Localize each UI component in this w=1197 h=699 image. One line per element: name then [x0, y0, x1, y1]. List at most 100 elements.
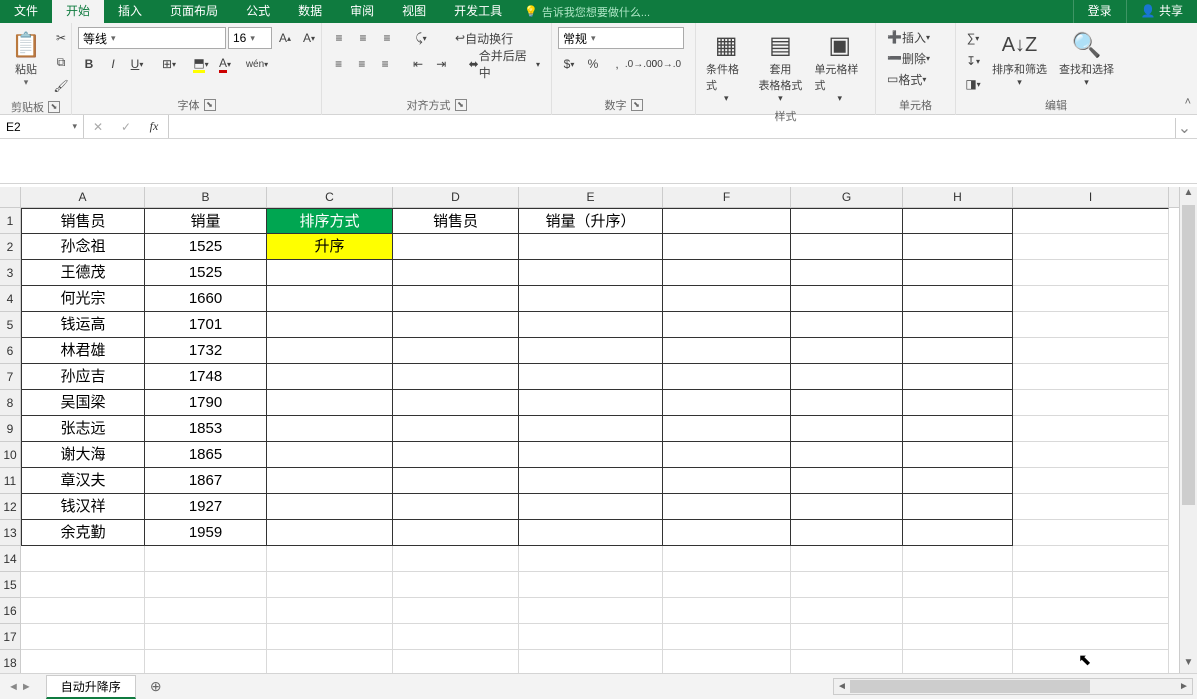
cell[interactable] [903, 468, 1013, 494]
col-header-e[interactable]: E [519, 187, 663, 207]
cell[interactable] [267, 546, 393, 572]
cell[interactable] [903, 572, 1013, 598]
cell[interactable] [393, 286, 519, 312]
col-header-f[interactable]: F [663, 187, 791, 207]
row-header[interactable]: 11 [0, 468, 20, 494]
cell[interactable]: 1748 [145, 364, 267, 390]
cell[interactable] [267, 624, 393, 650]
cell[interactable] [663, 364, 791, 390]
tab-page-layout[interactable]: 页面布局 [156, 0, 232, 23]
cell[interactable] [1013, 624, 1169, 650]
share-button[interactable]: 👤 共享 [1126, 0, 1197, 23]
horizontal-scrollbar[interactable]: ◄ ► [833, 678, 1193, 695]
cell[interactable] [519, 598, 663, 624]
wrap-text-button[interactable]: ↩ 自动换行 [450, 27, 518, 49]
cell[interactable]: 何光宗 [21, 286, 145, 312]
cell[interactable] [145, 598, 267, 624]
format-cells-button[interactable]: ▭ 格式 ▾ [882, 69, 931, 89]
cell[interactable] [791, 546, 903, 572]
underline-button[interactable]: U▾ [126, 53, 148, 75]
cell[interactable] [519, 624, 663, 650]
row-header[interactable]: 8 [0, 390, 20, 416]
row-header[interactable]: 15 [0, 572, 20, 598]
increase-indent-button[interactable]: ⇥ [431, 53, 452, 75]
login-button[interactable]: 登录 [1073, 0, 1126, 23]
cell[interactable] [791, 416, 903, 442]
align-bottom-button[interactable]: ≡ [376, 27, 398, 49]
cell[interactable]: 章汉夫 [21, 468, 145, 494]
conditional-format-button[interactable]: ▦条件格式▾ [702, 27, 750, 106]
cell[interactable]: 1790 [145, 390, 267, 416]
row-header[interactable]: 10 [0, 442, 20, 468]
cell[interactable] [791, 390, 903, 416]
cell[interactable] [663, 598, 791, 624]
row-header[interactable]: 12 [0, 494, 20, 520]
copy-button[interactable]: ⧉ [50, 51, 72, 73]
cell[interactable]: 1865 [145, 442, 267, 468]
cell[interactable] [663, 312, 791, 338]
font-size-combo[interactable]: 16▾ [228, 27, 272, 49]
cell[interactable] [663, 442, 791, 468]
border-button[interactable]: ⊞▾ [158, 53, 180, 75]
cell[interactable] [519, 416, 663, 442]
fill-button[interactable]: ↧▾ [962, 50, 984, 72]
cell[interactable] [267, 390, 393, 416]
cell[interactable] [519, 286, 663, 312]
cell[interactable] [903, 598, 1013, 624]
cell[interactable] [1013, 390, 1169, 416]
cell[interactable] [1013, 364, 1169, 390]
increase-font-button[interactable]: A▴ [274, 27, 296, 49]
cell[interactable] [1013, 468, 1169, 494]
cell[interactable] [791, 286, 903, 312]
cell[interactable]: 1525 [145, 234, 267, 260]
cell[interactable] [145, 624, 267, 650]
cell[interactable] [393, 494, 519, 520]
sheet-tab-active[interactable]: 自动升降序 [46, 675, 136, 699]
cell[interactable] [903, 312, 1013, 338]
row-header[interactable]: 9 [0, 416, 20, 442]
cell[interactable] [1013, 416, 1169, 442]
cell[interactable] [663, 520, 791, 546]
font-launcher[interactable]: ⬊ [204, 99, 216, 111]
vertical-scrollbar[interactable]: ▲ ▼ [1179, 187, 1197, 673]
name-box[interactable]: E2▾ [0, 115, 84, 138]
cell[interactable] [791, 442, 903, 468]
cell[interactable] [21, 624, 145, 650]
cell[interactable] [393, 260, 519, 286]
cell[interactable] [519, 442, 663, 468]
sheet-nav-prev[interactable]: ◄ [8, 681, 19, 693]
decrease-font-button[interactable]: A▾ [298, 27, 320, 49]
col-header-b[interactable]: B [145, 187, 267, 207]
cell[interactable] [903, 364, 1013, 390]
cell[interactable] [1013, 234, 1169, 260]
cell[interactable] [393, 338, 519, 364]
scroll-right-button[interactable]: ► [1176, 681, 1192, 692]
cell[interactable]: 1732 [145, 338, 267, 364]
align-middle-button[interactable]: ≡ [352, 27, 374, 49]
cell[interactable] [903, 624, 1013, 650]
cell[interactable] [1013, 260, 1169, 286]
tab-developer[interactable]: 开发工具 [440, 0, 516, 23]
cell[interactable] [791, 234, 903, 260]
font-color-button[interactable]: A▾ [214, 53, 236, 75]
cell[interactable] [663, 468, 791, 494]
cut-button[interactable]: ✂ [50, 27, 72, 49]
tab-file[interactable]: 文件 [0, 0, 52, 23]
cell[interactable] [393, 546, 519, 572]
cell[interactable]: 销售员 [21, 208, 145, 234]
decrease-indent-button[interactable]: ⇤ [407, 53, 428, 75]
cell[interactable]: 1853 [145, 416, 267, 442]
bold-button[interactable]: B [78, 53, 100, 75]
cancel-formula-button[interactable]: ✕ [84, 116, 112, 138]
row-header[interactable]: 2 [0, 234, 20, 260]
cell[interactable] [903, 520, 1013, 546]
cell[interactable] [791, 338, 903, 364]
cell[interactable]: 余克勤 [21, 520, 145, 546]
format-painter-button[interactable]: 🖌 [50, 75, 72, 97]
cell[interactable] [1013, 442, 1169, 468]
formula-input[interactable] [169, 115, 1197, 138]
col-header-h[interactable]: H [903, 187, 1013, 207]
paste-button[interactable]: 📋 粘贴 ▾ [6, 27, 46, 90]
tab-view[interactable]: 视图 [388, 0, 440, 23]
autosum-button[interactable]: ∑▾ [962, 27, 984, 49]
